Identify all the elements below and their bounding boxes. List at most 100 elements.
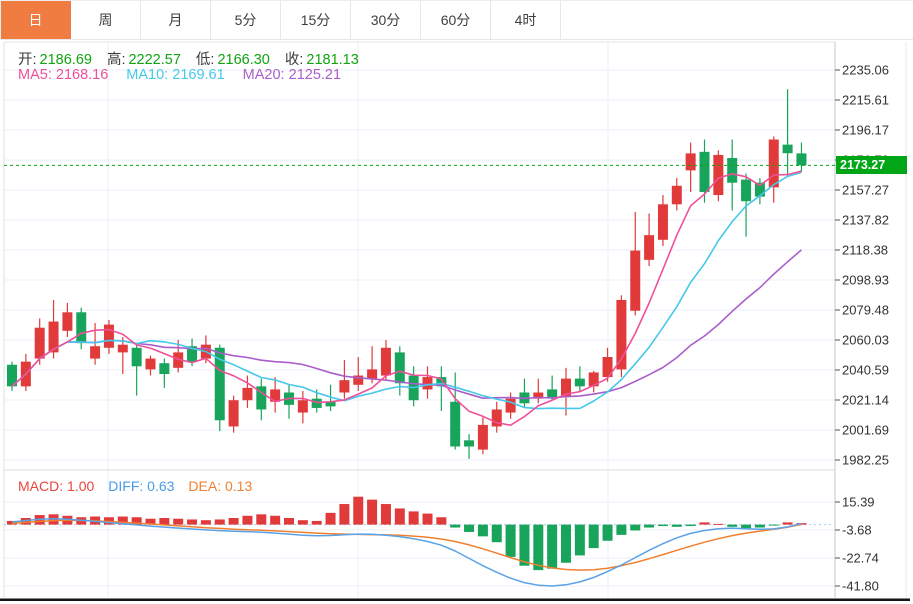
open-readout: 开: 2186.69 (18, 48, 92, 69)
macd-bar (159, 517, 170, 525)
macd-bar (380, 504, 391, 525)
macd-bar (311, 520, 322, 525)
price-axis-tick: 2137.82 (842, 213, 889, 228)
candle-body (727, 158, 738, 183)
price-axis-tick: 2215.61 (842, 93, 889, 108)
macd-label: MACD: (18, 478, 64, 494)
ma5-value: 2168.16 (55, 67, 109, 83)
macd-axis-tick: 15.39 (842, 495, 875, 510)
ma20-value: 2125.21 (288, 67, 342, 83)
tab-5min[interactable]: 5分 (211, 1, 281, 39)
macd-bar (699, 522, 710, 525)
macd-bar (505, 524, 516, 557)
candle-body (339, 380, 350, 393)
candle-body (62, 312, 73, 331)
tab-week[interactable]: 周 (71, 1, 141, 39)
macd-bar (477, 524, 488, 537)
macd-axis-tick: -3.68 (842, 523, 872, 538)
dea-line (11, 519, 802, 571)
candle-body (367, 369, 378, 379)
high-readout: 高: 2222.57 (107, 48, 181, 69)
price-axis-tick: 2157.27 (842, 183, 889, 198)
ma10-readout: MA10: 2169.61 (126, 67, 224, 83)
candle-body (103, 324, 114, 348)
dif-line (11, 517, 802, 587)
macd-bar (436, 517, 447, 525)
macd-bar (367, 499, 378, 525)
macd-value: 1.00 (67, 478, 95, 494)
price-axis-tick: 2118.38 (842, 242, 888, 257)
macd-bar (533, 524, 544, 571)
candle-body (450, 401, 461, 447)
price-axis-tick: 2235.06 (842, 63, 889, 78)
tab-4hour[interactable]: 4时 (491, 1, 561, 39)
price-axis-tick: 2040.59 (842, 363, 889, 378)
candle-body (145, 358, 156, 370)
tab-60min[interactable]: 60分 (421, 1, 491, 39)
tab-day[interactable]: 日 (1, 1, 71, 39)
open-value: 2186.69 (39, 52, 92, 68)
macd-bar (547, 524, 558, 569)
macd-bar (782, 522, 793, 525)
macd-bar (464, 524, 475, 532)
price-axis-tick: 2196.17 (842, 122, 889, 137)
candle-body (242, 387, 253, 401)
diff-value: 0.63 (147, 478, 175, 494)
macd-readout: MACD: 1.00 (18, 478, 94, 494)
ma5-readout: MA5: 2168.16 (18, 67, 108, 83)
close-value: 2181.13 (306, 52, 359, 68)
macd-header: MACD: 1.00 DIFF: 0.63 DEA: 0.13 (18, 478, 252, 494)
high-value: 2222.57 (128, 52, 181, 68)
macd-bar (754, 524, 765, 528)
open-label: 开: (18, 52, 37, 68)
dea-label: DEA: (188, 478, 222, 494)
macd-bar (727, 524, 738, 527)
price-axis-tick: 2001.69 (842, 423, 889, 438)
macd-bar (228, 517, 239, 525)
macd-bar (616, 524, 627, 535)
ma20-line (11, 249, 802, 400)
macd-bar (394, 508, 405, 525)
low-value: 2166.30 (217, 52, 270, 68)
kline-chart-widget: 日周月 5分 15分 30分 60分 4时 2235.06 2215.61 2196.17 21… (0, 0, 913, 604)
ma20-readout: MA20: 2125.21 (243, 67, 341, 83)
candle-body (477, 424, 488, 450)
tab-30min[interactable]: 30分 (351, 1, 421, 39)
macd-bar (187, 519, 198, 525)
macd-bar (561, 524, 571, 563)
candle-body (574, 378, 585, 387)
close-readout: 收: 2181.13 (285, 48, 359, 69)
tab-month[interactable]: 月 (141, 1, 211, 39)
macd-bar (214, 519, 225, 525)
candle-body (657, 204, 668, 240)
price-axis-tick: 1982.25 (842, 453, 889, 468)
high-label: 高: (106, 52, 126, 68)
candle-body (796, 153, 807, 166)
ma5-label: MA5: (18, 67, 52, 83)
candle-body (671, 185, 682, 205)
candle-body (685, 153, 696, 171)
macd-bar (630, 524, 641, 531)
ma-header: MA5: 2168.16 MA10: 2169.61 MA20: 2125.21 (18, 67, 341, 83)
candle-body (297, 400, 308, 413)
macd-bar (519, 524, 530, 566)
macd-bar (588, 524, 599, 549)
macd-bar (339, 504, 350, 525)
candle-body (380, 347, 391, 376)
tab-15min[interactable]: 15分 (281, 1, 351, 39)
ma20-label: MA20: (242, 67, 285, 83)
candle-body (464, 440, 475, 447)
macd-bar (242, 515, 253, 525)
macd-bar (353, 496, 364, 525)
macd-axis-tick: -22.74 (842, 550, 879, 565)
chart-container: 2235.062215.612196.172176.722157.272137.… (0, 40, 913, 604)
dea-value: 0.13 (224, 478, 253, 494)
ma10-value: 2169.61 (172, 67, 225, 83)
price-axis-tick: 2021.14 (842, 393, 889, 408)
macd-bar (713, 523, 724, 525)
dea-readout: DEA: 0.13 (188, 478, 252, 494)
macd-bar (491, 524, 502, 543)
candle-body (422, 377, 433, 390)
macd-bar (685, 524, 696, 527)
price-axis-tick: 2098.93 (842, 273, 889, 288)
